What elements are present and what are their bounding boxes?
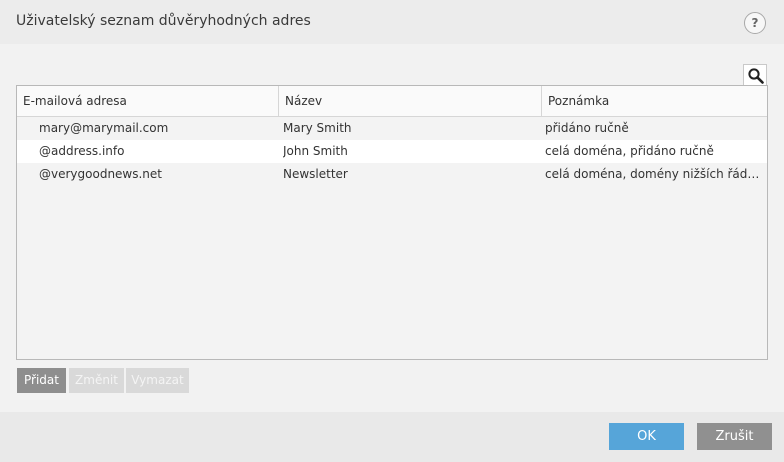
- dialog-footer: OK Zrušit: [0, 412, 784, 462]
- cell-note: přidáno ručně: [545, 121, 629, 135]
- table-row[interactable]: @verygoodnews.net Newsletter celá doména…: [17, 163, 767, 186]
- search-button[interactable]: [743, 64, 767, 86]
- column-header-note[interactable]: Poznámka: [542, 86, 767, 116]
- add-button[interactable]: Přidat: [17, 368, 66, 393]
- table-row[interactable]: @address.info John Smith celá doména, př…: [17, 140, 767, 163]
- cancel-button[interactable]: Zrušit: [697, 423, 772, 450]
- cell-note: celá doména, domény nižších řádů, při...: [545, 167, 760, 181]
- cell-email: @verygoodnews.net: [39, 167, 162, 181]
- cell-name: John Smith: [283, 144, 348, 158]
- table-header: E-mailová adresa Název Poznámka: [17, 86, 767, 117]
- dialog-title: Uživatelský seznam důvěryhodných adres: [16, 13, 311, 29]
- edit-button[interactable]: Změnit: [69, 368, 124, 393]
- ok-button[interactable]: OK: [609, 423, 684, 450]
- cell-email: @address.info: [39, 144, 125, 158]
- cell-email: mary@marymail.com: [39, 121, 169, 135]
- cell-note: celá doména, přidáno ručně: [545, 144, 714, 158]
- column-header-name[interactable]: Název: [279, 86, 542, 116]
- table-row[interactable]: mary@marymail.com Mary Smith přidáno ruč…: [17, 117, 767, 140]
- column-header-email[interactable]: E-mailová adresa: [17, 86, 279, 116]
- cell-name: Newsletter: [283, 167, 348, 181]
- dialog-titlebar: Uživatelský seznam důvěryhodných adres ?: [0, 0, 784, 44]
- cell-name: Mary Smith: [283, 121, 352, 135]
- help-button[interactable]: ?: [744, 12, 766, 34]
- trusted-addresses-table: E-mailová adresa Název Poznámka mary@mar…: [16, 85, 768, 360]
- search-icon: [748, 68, 764, 84]
- delete-button[interactable]: Vymazat: [126, 368, 189, 393]
